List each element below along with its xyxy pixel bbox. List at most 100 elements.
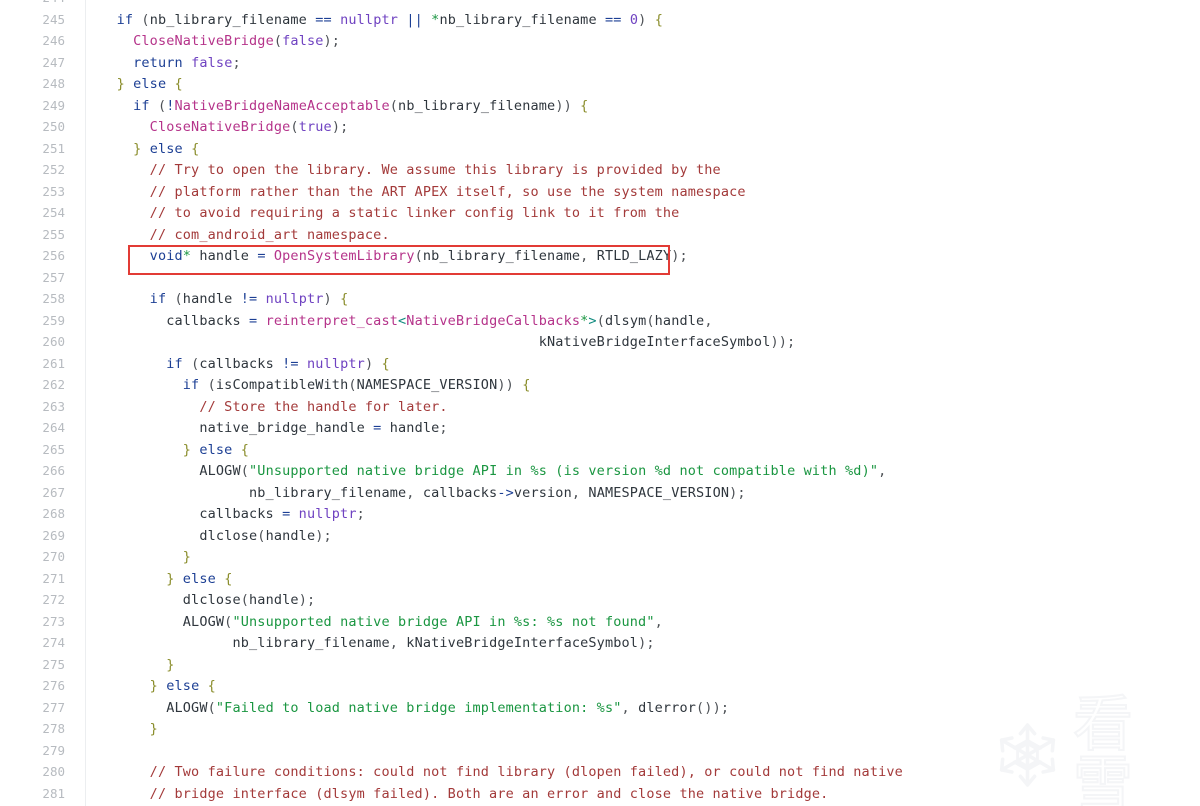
code-line[interactable]: 257 [0, 267, 1200, 289]
code-line[interactable]: 258 if (handle != nullptr) { [0, 288, 1200, 310]
code-line[interactable]: 268 callbacks = nullptr; [0, 503, 1200, 525]
code-line[interactable]: 250 CloseNativeBridge(true); [0, 116, 1200, 138]
line-content[interactable]: } [75, 719, 158, 741]
line-content[interactable]: // Two failure conditions: could not fin… [75, 762, 903, 784]
line-content[interactable]: kNativeBridgeInterfaceSymbol)); [75, 332, 795, 354]
line-content[interactable]: ALOGW("Failed to load native bridge impl… [75, 698, 729, 720]
code-line[interactable]: 281 // bridge interface (dlsym failed). … [0, 783, 1200, 805]
code-line[interactable]: 261 if (callbacks != nullptr) { [0, 353, 1200, 375]
code-line[interactable]: 264 native_bridge_handle = handle; [0, 417, 1200, 439]
line-content[interactable]: native_bridge_handle = handle; [75, 418, 448, 440]
code-line[interactable]: 280 // Two failure conditions: could not… [0, 761, 1200, 783]
line-number: 275 [42, 656, 65, 672]
line-content[interactable]: // Store the handle for later. [75, 397, 448, 419]
line-content[interactable]: ALOGW("Unsupported native bridge API in … [75, 461, 886, 483]
code-token: callbacks [199, 355, 283, 372]
line-content[interactable]: CloseNativeBridge(false); [75, 31, 340, 53]
line-content[interactable]: if (callbacks != nullptr) { [75, 354, 390, 376]
line-content[interactable]: } else { [75, 139, 199, 161]
code-line[interactable]: 273 ALOGW("Unsupported native bridge API… [0, 611, 1200, 633]
code-token: != [282, 355, 299, 372]
code-line[interactable]: 269 dlclose(handle); [0, 525, 1200, 547]
code-token: callbacks [414, 484, 498, 501]
line-content[interactable]: } else { [75, 440, 249, 462]
code-line[interactable]: 254 // to avoid requiring a static linke… [0, 202, 1200, 224]
line-content[interactable]: // Try to open the library. We assume th… [75, 160, 721, 182]
code-line[interactable]: 247 return false; [0, 52, 1200, 74]
code-line[interactable]: 259 callbacks = reinterpret_cast<NativeB… [0, 310, 1200, 332]
source-code-viewer[interactable]: 244245 if (nb_library_filename == nullpt… [0, 0, 1200, 806]
line-content[interactable]: ALOGW("Unsupported native bridge API in … [75, 612, 663, 634]
code-token: kNativeBridgeInterfaceSymbol [398, 635, 639, 651]
line-content[interactable]: } else { [75, 676, 216, 698]
line-content[interactable]: callbacks = reinterpret_cast<NativeBridg… [75, 311, 713, 333]
code-line[interactable]: 245 if (nb_library_filename == nullptr |… [0, 9, 1200, 31]
code-line[interactable]: 255 // com_android_art namespace. [0, 224, 1200, 246]
code-line[interactable]: 270 } [0, 546, 1200, 568]
code-token: , [654, 613, 663, 630]
code-line[interactable]: 249 if (!NativeBridgeNameAcceptable(nb_l… [0, 95, 1200, 117]
line-content[interactable]: if (isCompatibleWith(NAMESPACE_VERSION))… [75, 375, 531, 397]
line-content[interactable]: nb_library_filename, kNativeBridgeInterf… [75, 633, 655, 655]
line-content[interactable]: } [75, 655, 175, 677]
line-content[interactable]: // to avoid requiring a static linker co… [75, 203, 680, 225]
code-token: if [133, 97, 150, 114]
code-line[interactable]: 260 kNativeBridgeInterfaceSymbol)); [0, 331, 1200, 353]
code-line[interactable]: 251 } else { [0, 138, 1200, 160]
code-token: { [207, 678, 216, 694]
code-line[interactable]: 272 dlclose(handle); [0, 589, 1200, 611]
line-content[interactable]: CloseNativeBridge(true); [75, 117, 349, 139]
line-content[interactable]: dlclose(handle); [75, 590, 315, 612]
code-line[interactable]: 248 } else { [0, 73, 1200, 95]
line-content[interactable]: // com_android_art namespace. [75, 225, 390, 247]
code-token: ; [439, 420, 448, 436]
code-line[interactable]: 267 nb_library_filename, callbacks->vers… [0, 482, 1200, 504]
code-line[interactable]: 256 void* handle = OpenSystemLibrary(nb_… [0, 245, 1200, 267]
line-content[interactable]: if (nb_library_filename == nullptr || *n… [75, 10, 663, 32]
code-token: // platform rather than the ART APEX its… [149, 183, 746, 200]
line-content[interactable]: } else { [75, 569, 232, 591]
code-line[interactable]: 277 ALOGW("Failed to load native bridge … [0, 697, 1200, 719]
code-line[interactable]: 278 } [0, 718, 1200, 740]
code-line[interactable]: 246 CloseNativeBridge(false); [0, 30, 1200, 52]
code-line[interactable]: 253 // platform rather than the ART APEX… [0, 181, 1200, 203]
line-content[interactable]: return false; [75, 53, 241, 75]
code-token: false [282, 33, 324, 49]
code-token: ( [389, 97, 399, 114]
code-line[interactable]: 252 // Try to open the library. We assum… [0, 159, 1200, 181]
code-line[interactable]: 271 } else { [0, 568, 1200, 590]
line-content[interactable]: } [75, 547, 191, 569]
code-line[interactable]: 263 // Store the handle for later. [0, 396, 1200, 418]
code-token: ) [323, 291, 332, 307]
code-line[interactable]: 275 } [0, 654, 1200, 676]
line-number: 252 [42, 162, 65, 177]
code-line[interactable]: 274 nb_library_filename, kNativeBridgeIn… [0, 632, 1200, 654]
code-line[interactable]: 266 ALOGW("Unsupported native bridge API… [0, 460, 1200, 482]
line-content[interactable]: void* handle = OpenSystemLibrary(nb_libr… [75, 246, 688, 268]
line-content[interactable]: // bridge interface (dlsym failed). Both… [75, 784, 829, 806]
line-content[interactable]: // platform rather than the ART APEX its… [75, 182, 746, 204]
code-line[interactable]: 279 [0, 740, 1200, 762]
line-content[interactable]: callbacks = nullptr; [75, 504, 365, 526]
code-token: ( [596, 312, 605, 329]
code-line[interactable]: 244 [0, 0, 1200, 9]
code-line[interactable]: 265 } else { [0, 439, 1200, 461]
line-content[interactable]: if (handle != nullptr) { [75, 289, 349, 311]
line-content[interactable]: } else { [75, 74, 183, 96]
line-content[interactable]: dlclose(handle); [75, 526, 332, 548]
line-content[interactable]: if (!NativeBridgeNameAcceptable(nb_libra… [75, 96, 588, 118]
code-line[interactable]: 262 if (isCompatibleWith(NAMESPACE_VERSI… [0, 374, 1200, 396]
code-line[interactable]: 276 } else { [0, 675, 1200, 697]
line-content[interactable]: nb_library_filename, callbacks->version,… [75, 483, 746, 505]
